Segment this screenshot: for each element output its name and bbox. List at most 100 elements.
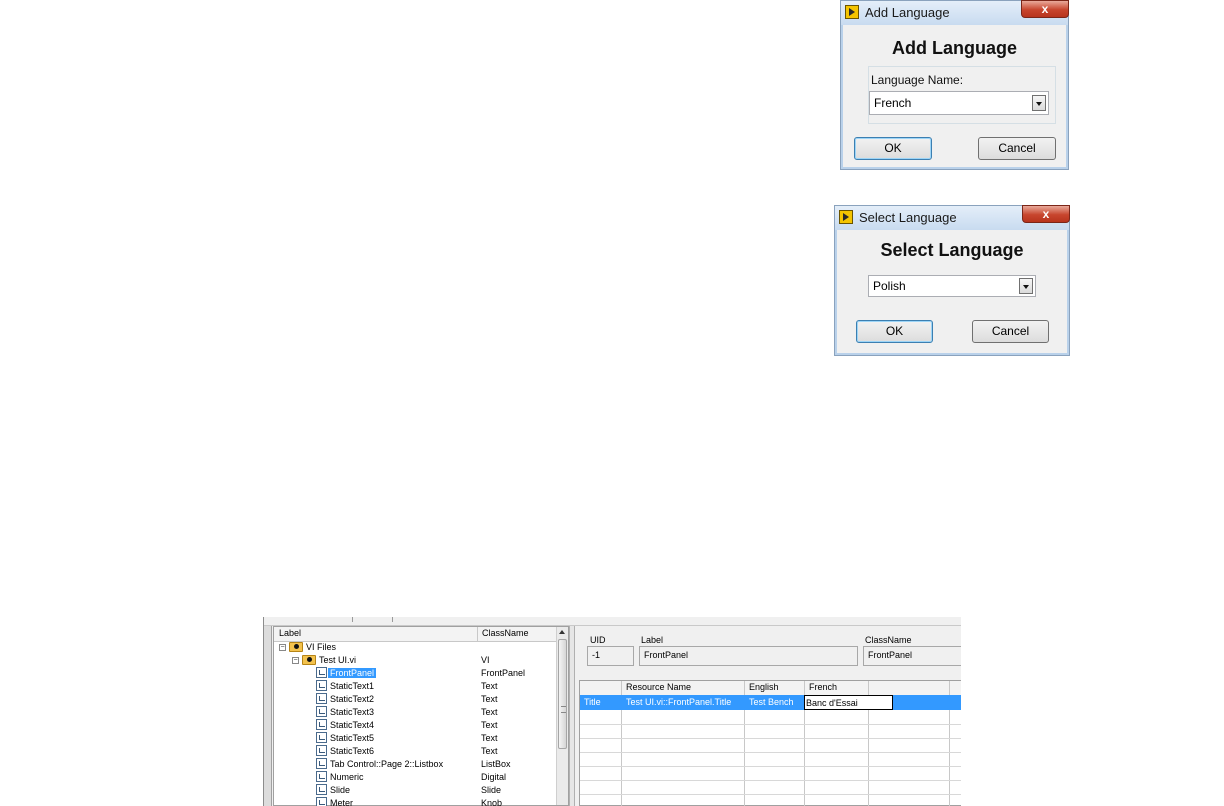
language-name-value: French <box>874 96 912 110</box>
tree-row[interactable]: − VI Files <box>274 641 558 654</box>
control-icon <box>316 667 327 678</box>
select-language-body: Select Language Polish OK Cancel <box>837 230 1067 353</box>
classname-label: ClassName <box>865 635 912 645</box>
pane-splitter[interactable] <box>569 626 575 806</box>
tree-row-label: Numeric <box>330 772 364 782</box>
tree-row[interactable]: Slide Slide <box>274 784 558 797</box>
control-icon <box>316 680 327 691</box>
properties-panel: UID -1 Label FrontPanel ClassName FrontP… <box>576 626 961 680</box>
vi-folder-icon <box>302 655 316 665</box>
ok-button[interactable]: OK <box>854 137 932 160</box>
english-cell[interactable]: Test Bench <box>749 697 794 707</box>
language-name-label: Language Name: <box>871 73 964 87</box>
tree-row[interactable]: StaticText3 Text <box>274 706 558 719</box>
tree-row-label: Meter <box>330 798 354 806</box>
add-language-titlebar[interactable]: Add Language x <box>841 0 1069 25</box>
language-select-combobox[interactable]: Polish <box>868 275 1036 297</box>
tree-row-classname: Knob <box>481 798 503 806</box>
control-icon <box>316 693 327 704</box>
tree-row-classname: Digital <box>481 772 507 782</box>
folder-icon <box>289 642 303 652</box>
tree-row[interactable]: StaticText2 Text <box>274 693 558 706</box>
french-cell-editor[interactable]: Banc d'Essai <box>804 695 893 710</box>
tree-row[interactable]: StaticText5 Text <box>274 732 558 745</box>
cancel-button[interactable]: Cancel <box>978 137 1056 160</box>
tree-row[interactable]: Numeric Digital <box>274 771 558 784</box>
dialog-title: Select Language <box>859 210 957 225</box>
tree-row-classname: ListBox <box>481 759 511 769</box>
editor-toolbar-strip <box>264 617 961 626</box>
tree-row-classname: VI <box>481 655 490 665</box>
select-language-titlebar[interactable]: Select Language x <box>835 205 1070 230</box>
tree-row[interactable]: − Test UI.vi VI <box>274 654 558 667</box>
control-icon <box>316 732 327 743</box>
tree-row[interactable]: Tab Control::Page 2::Listbox ListBox <box>274 758 558 771</box>
add-language-body: Add Language Language Name: French OK Ca… <box>843 25 1066 167</box>
resource-name-cell[interactable]: Test UI.vi::FrontPanel.Title <box>626 697 731 707</box>
tree-row-classname: Text <box>481 746 498 756</box>
scrollbar-thumb[interactable] <box>558 639 567 749</box>
uid-field[interactable]: -1 <box>587 646 634 666</box>
tree-row[interactable]: Meter Knob <box>274 797 558 806</box>
control-icon <box>316 745 327 756</box>
tree-row-label: StaticText4 <box>330 720 375 730</box>
tree-row-label: FrontPanel <box>328 668 377 678</box>
chevron-down-icon[interactable] <box>1032 95 1046 111</box>
tree-row-selected[interactable]: FrontPanel FrontPanel <box>274 667 558 680</box>
left-gutter <box>264 626 272 806</box>
dialog-title: Add Language <box>865 5 950 20</box>
column-header-classname[interactable]: ClassName <box>482 628 529 638</box>
column-header-resource-name[interactable]: Resource Name <box>626 682 691 692</box>
select-language-dialog: Select Language x Select Language Polish… <box>834 205 1070 356</box>
tree-row-label: Tab Control::Page 2::Listbox <box>330 759 444 769</box>
tree-row-classname: Text <box>481 733 498 743</box>
vi-tree-pane: Label ClassName − VI Files − Test UI.vi … <box>273 626 569 806</box>
tree-row-classname: Text <box>481 694 498 704</box>
control-icon <box>316 706 327 717</box>
classname-field[interactable]: FrontPanel <box>863 646 961 666</box>
row-type-cell: Title <box>584 697 601 707</box>
scroll-up-icon[interactable] <box>557 627 568 638</box>
dialog-heading: Select Language <box>880 240 1024 260</box>
tree-row[interactable]: StaticText1 Text <box>274 680 558 693</box>
column-header-english[interactable]: English <box>749 682 779 692</box>
label-label: Label <box>641 635 664 645</box>
column-header-label[interactable]: Label <box>279 628 301 638</box>
language-name-combobox[interactable]: French <box>869 91 1049 115</box>
tree-row-label: StaticText2 <box>330 694 375 704</box>
language-select-value: Polish <box>873 279 906 293</box>
close-icon[interactable]: x <box>1022 205 1070 223</box>
tree-row-label: StaticText1 <box>330 681 375 691</box>
tree-scrollbar[interactable] <box>556 627 568 805</box>
grid-row-selected[interactable]: Title Test UI.vi::FrontPanel.Title Test … <box>580 695 961 710</box>
collapse-icon[interactable]: − <box>279 644 286 651</box>
tree-row-label: StaticText3 <box>330 707 375 717</box>
language-name-group: Language Name: French <box>868 66 1056 124</box>
collapse-icon[interactable]: − <box>292 657 299 664</box>
localization-editor: Label ClassName − VI Files − Test UI.vi … <box>263 617 961 806</box>
cancel-button[interactable]: Cancel <box>972 320 1049 343</box>
column-header-french[interactable]: French <box>809 682 837 692</box>
tree-row-classname: Text <box>481 681 498 691</box>
tree-row[interactable]: StaticText4 Text <box>274 719 558 732</box>
control-icon <box>316 771 327 782</box>
control-icon <box>316 784 327 795</box>
control-icon <box>316 758 327 769</box>
label-field[interactable]: FrontPanel <box>639 646 858 666</box>
ok-button[interactable]: OK <box>856 320 933 343</box>
tree-row-classname: Slide <box>481 785 502 795</box>
tree-row-classname: FrontPanel <box>481 668 526 678</box>
chevron-down-icon[interactable] <box>1019 278 1033 294</box>
control-icon <box>316 719 327 730</box>
tree-row[interactable]: StaticText6 Text <box>274 745 558 758</box>
tree-row-classname: Text <box>481 720 498 730</box>
control-icon <box>316 797 327 806</box>
dialog-heading: Add Language <box>892 38 1017 58</box>
tree-row-label: StaticText6 <box>330 746 375 756</box>
tree-row-label: StaticText5 <box>330 733 375 743</box>
translation-grid: Resource Name English French Title Test … <box>579 680 961 806</box>
close-icon[interactable]: x <box>1021 0 1069 18</box>
tree-header: Label ClassName <box>274 627 558 642</box>
labview-app-icon <box>845 5 859 19</box>
tree-row-label: Test UI.vi <box>319 655 357 665</box>
